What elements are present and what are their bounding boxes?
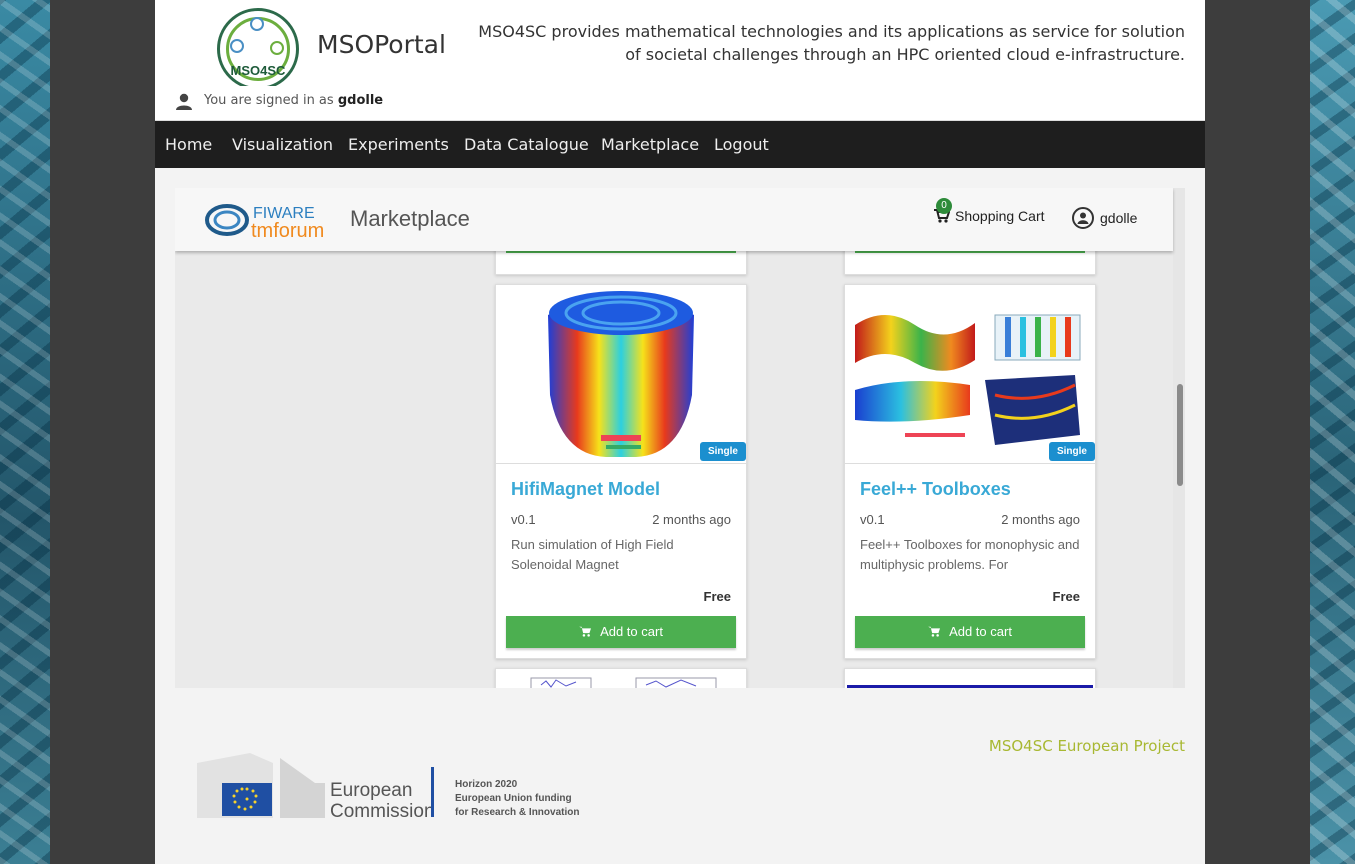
offering-card-partial[interactable] <box>495 668 747 688</box>
background-pattern-right <box>1310 0 1355 864</box>
h2020-line1: Horizon 2020 <box>455 779 518 790</box>
offering-image <box>496 285 746 464</box>
left-gutter <box>50 0 155 864</box>
signed-in-user: gdolle <box>337 93 384 108</box>
nav-logout[interactable]: Logout <box>714 135 769 154</box>
offering-price: Free <box>1052 589 1080 604</box>
site-header: MSO4SC MSOPortal MSO4SC provides mathema… <box>155 0 1205 90</box>
offering-card-partial[interactable] <box>844 668 1096 688</box>
offering-version: v0.1 <box>511 512 536 527</box>
nav-visualization[interactable]: Visualization <box>232 135 333 154</box>
account-icon <box>1072 207 1094 229</box>
offering-type-badge: Single <box>699 442 746 461</box>
offering-price: Free <box>703 589 731 604</box>
project-link[interactable]: MSO4SC European Project <box>989 737 1185 755</box>
nav-marketplace[interactable]: Marketplace <box>601 135 699 154</box>
offering-type-badge: Single <box>1048 442 1095 461</box>
offering-title[interactable]: HifiMagnet Model <box>511 479 660 500</box>
add-to-cart-button[interactable]: Add to cart <box>506 616 736 648</box>
cart-label: Shopping Cart <box>955 208 1045 224</box>
h2020-line2: European Union funding <box>455 793 572 804</box>
logo-text: MSO4SC <box>230 63 286 78</box>
offering-version: v0.1 <box>860 512 885 527</box>
account-menu[interactable]: gdolle <box>1072 207 1137 229</box>
signed-in-prefix: You are signed in as <box>204 93 334 108</box>
cart-count-badge: 0 <box>936 198 952 214</box>
nav-data-catalogue[interactable]: Data Catalogue <box>464 135 589 154</box>
portal-page: MSO4SC MSOPortal MSO4SC provides mathema… <box>155 0 1205 864</box>
offering-card-hifimagnet[interactable]: Single HifiMagnet Model v0.1 2 months ag… <box>495 284 747 659</box>
add-to-cart-label: Add to cart <box>949 624 1012 639</box>
marketplace-header: FIWARE tmforum Marketplace 0 Shopping Ca… <box>175 188 1173 251</box>
frame-scrollbar[interactable] <box>1173 188 1185 688</box>
account-name: gdolle <box>1100 210 1138 226</box>
signed-in-bar: You are signed in as gdolle <box>155 86 1205 121</box>
marketplace-frame: FIWARE tmforum Marketplace 0 Shopping Ca… <box>175 188 1185 688</box>
brand-name[interactable]: MSOPortal <box>317 30 446 59</box>
add-to-cart-button[interactable]: Add to cart <box>855 616 1085 648</box>
cart-icon <box>928 626 941 637</box>
site-footer: MSO4SC European Project European Commiss… <box>155 713 1205 864</box>
h2020-line3: for Research & Innovation <box>455 807 579 818</box>
european-commission-logo: European Commission Horizon 2020 Europea… <box>197 753 579 822</box>
ec-line1: European <box>330 780 412 801</box>
background-pattern-left <box>0 0 50 864</box>
offering-title[interactable]: Feel++ Toolboxes <box>860 479 1011 500</box>
offering-card-feelpp[interactable]: Single Feel++ Toolboxes v0.1 2 months ag… <box>844 284 1096 659</box>
signed-in-text: You are signed in as gdolle <box>204 93 383 108</box>
cart-icon <box>579 626 592 637</box>
offering-description: Feel++ Toolboxes for monophysic and mult… <box>860 537 1080 572</box>
offering-description: Run simulation of High Field Solenoidal … <box>511 537 674 572</box>
fiware-tmforum-logo[interactable]: FIWARE tmforum <box>205 200 345 240</box>
marketplace-title: Marketplace <box>350 206 470 231</box>
nav-experiments[interactable]: Experiments <box>348 135 449 154</box>
logo-tmforum-text: tmforum <box>251 220 324 240</box>
offering-age: 2 months ago <box>1001 512 1080 527</box>
user-icon <box>176 93 192 110</box>
mso4sc-logo[interactable]: MSO4SC <box>217 8 299 90</box>
shopping-cart-link[interactable]: 0 Shopping Cart <box>934 198 1045 224</box>
frame-scroll-thumb[interactable] <box>1177 384 1183 486</box>
ec-line2: Commission <box>330 801 435 822</box>
right-gutter <box>1205 0 1310 864</box>
offering-image <box>845 285 1095 464</box>
offering-age: 2 months ago <box>652 512 731 527</box>
nav-home[interactable]: Home <box>165 135 212 154</box>
add-to-cart-label: Add to cart <box>600 624 663 639</box>
tagline: MSO4SC provides mathematical technologie… <box>478 22 1185 64</box>
main-nav: Home Visualization Experiments Data Cata… <box>155 121 1205 168</box>
